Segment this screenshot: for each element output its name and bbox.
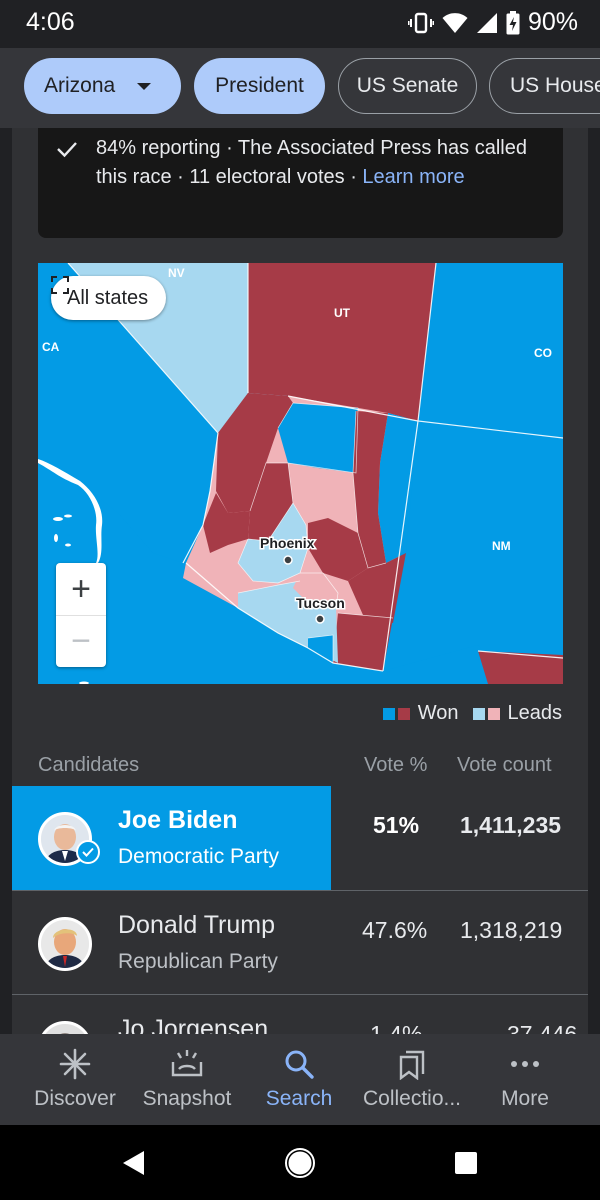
coconino-county: [278, 403, 358, 473]
wifi-icon: [442, 12, 468, 33]
chip-label: US Senate: [356, 74, 459, 97]
candidate-avatar: [38, 1021, 92, 1034]
legend-won-label: Won: [417, 702, 459, 724]
county-map: UT CA CO NM NV Phoenix Tucson: [38, 263, 563, 684]
state-label-nm: NM: [492, 539, 511, 553]
avatar-image-icon: [41, 1024, 89, 1034]
status-icons: 90%: [407, 8, 578, 37]
nav-collections[interactable]: Collectio...: [352, 1034, 472, 1125]
candidate-vote-pct: 51%: [373, 812, 420, 838]
nav-label: Discover: [34, 1087, 116, 1110]
back-icon[interactable]: [118, 1147, 150, 1179]
bottom-navigation: Discover Snapshot Search Collectio... Mo…: [0, 1034, 600, 1125]
candidate-vote-pct: 1.4%: [370, 1021, 423, 1034]
recents-icon[interactable]: [450, 1147, 482, 1179]
candidate-party: Republican Party: [118, 950, 278, 973]
search-icon: [285, 1050, 314, 1079]
signal-icon: [476, 12, 497, 33]
check-icon: [57, 142, 77, 158]
candidate-name: Joe Biden: [118, 806, 238, 834]
all-states-label: All states: [67, 286, 149, 309]
legend-swatch-dem-leads: [472, 707, 485, 720]
header-vote-pct: Vote %: [364, 754, 428, 776]
results-map[interactable]: UT CA CO NM NV Phoenix Tucson All states…: [38, 263, 563, 684]
state-label-co: CO: [534, 346, 552, 360]
candidate-avatar: [38, 917, 92, 971]
city-dot-phoenix: [283, 555, 293, 565]
candidate-vote-count: 1,411,235: [460, 812, 562, 838]
race-status-text: 84% reporting · The Associated Press has…: [96, 134, 536, 192]
nav-label: Search: [265, 1087, 333, 1110]
home-icon[interactable]: [284, 1147, 316, 1179]
candidate-name: Donald Trump: [118, 911, 276, 939]
status-time: 4:06: [26, 8, 75, 36]
chip-label: Arizona: [44, 74, 116, 97]
all-states-button[interactable]: All states: [51, 276, 167, 320]
legend-leads-label: Leads: [507, 702, 563, 724]
nav-discover[interactable]: Discover: [15, 1034, 135, 1125]
race-filter-chips: Arizona President US Senate US House: [0, 48, 600, 128]
state-label-ca: CA: [42, 340, 60, 354]
city-dot-tucson: [315, 614, 325, 624]
nav-label: Collectio...: [362, 1087, 462, 1110]
nav-more[interactable]: More: [465, 1034, 585, 1125]
city-label-phoenix: Phoenix: [260, 535, 315, 551]
map-legend: Won Leads: [382, 702, 563, 725]
battery-percent: 90%: [527, 8, 578, 36]
learn-more-link[interactable]: Learn more: [362, 166, 464, 188]
new-mexico-south-region: [478, 651, 563, 684]
asterisk-icon: [59, 1048, 91, 1080]
header-vote-count: Vote count: [457, 754, 552, 776]
expand-icon: [51, 276, 69, 294]
legend-swatch-rep-leads: [487, 707, 500, 720]
candidate-party: Democratic Party: [118, 845, 280, 868]
battery-charging-icon: [506, 10, 520, 34]
collections-icon: [399, 1050, 425, 1080]
state-label-nv: NV: [168, 266, 185, 280]
candidate-vote-count: 1,318,219: [460, 917, 563, 943]
candidate-vote-pct: 47.6%: [362, 917, 428, 943]
chip-label: US House: [510, 74, 600, 97]
vibrate-icon: [407, 12, 434, 33]
candidate-name: Jo Jorgensen: [118, 1015, 269, 1034]
state-dropdown-chip[interactable]: Arizona: [24, 58, 181, 114]
candidate-vote-count: 37,446: [507, 1021, 578, 1034]
winner-check-icon: [76, 840, 100, 864]
candidate-row[interactable]: Donald Trump Republican Party 47.6% 1,31…: [12, 890, 588, 994]
results-panel: 84% reporting · The Associated Press has…: [12, 128, 588, 1034]
candidate-row[interactable]: Jo Jorgensen 1.4% 37,446: [12, 994, 588, 1034]
santa-cruz-county: [308, 635, 333, 663]
state-label-ut: UT: [334, 306, 351, 320]
nav-search[interactable]: Search: [239, 1034, 359, 1125]
legend-swatch-rep-won: [397, 707, 410, 720]
chip-president[interactable]: President: [194, 58, 325, 114]
candidate-row[interactable]: Joe Biden Democratic Party 51% 1,411,235: [12, 786, 588, 890]
race-status-card: 84% reporting · The Associated Press has…: [38, 128, 563, 238]
chip-us-house[interactable]: US House: [489, 58, 600, 114]
status-bar: 4:06 90%: [0, 0, 600, 48]
chip-label: President: [215, 74, 304, 97]
zoom-control: + −: [56, 563, 106, 667]
nav-label: More: [501, 1087, 549, 1110]
avatar-image-icon: [41, 920, 89, 968]
zoom-out-button[interactable]: −: [56, 615, 106, 667]
nav-snapshot[interactable]: Snapshot: [127, 1034, 247, 1125]
more-dots-icon: [511, 1061, 539, 1067]
city-label-tucson: Tucson: [296, 595, 345, 611]
system-navigation-bar: [0, 1125, 600, 1200]
header-candidates: Candidates: [38, 754, 140, 776]
dropdown-caret-icon: [137, 82, 152, 90]
chip-us-senate[interactable]: US Senate: [338, 58, 477, 114]
snapshot-icon: [171, 1050, 203, 1077]
zoom-in-button[interactable]: +: [56, 563, 106, 615]
legend-swatch-dem-won: [382, 707, 395, 720]
nav-label: Snapshot: [142, 1087, 232, 1110]
